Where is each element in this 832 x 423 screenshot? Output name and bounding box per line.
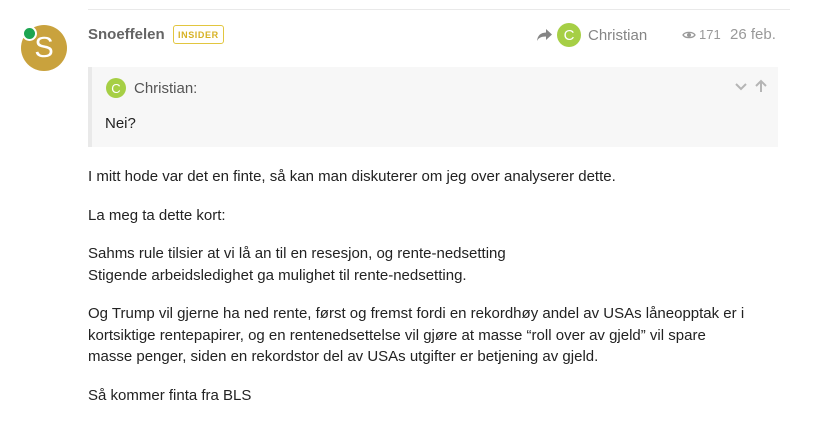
quote-author-avatar: C	[106, 78, 126, 98]
post-body: I mitt hode var det en finte, så kan man…	[88, 166, 788, 423]
paragraph: Så kommer finta fra BLS	[88, 385, 788, 407]
paragraph-line: Og Trump vil gjerne ha ned rente, først …	[88, 305, 745, 322]
paragraph-line: masse penger, siden en rekordstor del av…	[88, 348, 599, 365]
paragraph: La meg ta dette kort:	[88, 205, 788, 227]
eye-icon	[682, 31, 696, 38]
author-avatar[interactable]: S	[21, 25, 67, 71]
paragraph: Og Trump vil gjerne ha ned rente, først …	[88, 303, 788, 368]
paragraph-line: kortsiktige rentepapirer, og en rentened…	[88, 326, 706, 344]
chevron-down-icon[interactable]	[734, 79, 748, 93]
view-count: 171	[682, 27, 721, 42]
reply-to-link[interactable]: C Christian	[536, 22, 647, 48]
paragraph-line: Sahms rule tilsier at vi lå an til en re…	[88, 245, 506, 262]
author-username[interactable]: Snoeffelen	[88, 26, 165, 43]
paragraph-line: I mitt hode var det en finte, så kan man…	[88, 168, 616, 185]
paragraph: I mitt hode var det en finte, så kan man…	[88, 166, 788, 188]
paragraph-line: Stigende arbeidsledighet ga mulighet til…	[88, 266, 467, 284]
view-count-value: 171	[699, 27, 721, 42]
quote-controls	[734, 79, 768, 93]
reply-to-name: Christian	[588, 26, 648, 44]
insider-badge[interactable]: INSIDER	[173, 25, 224, 44]
reply-to-avatar: C	[557, 23, 581, 47]
quote-text: Nei?	[105, 115, 136, 132]
reply-arrow-icon	[537, 29, 552, 41]
post-date[interactable]: 26 feb.	[730, 26, 776, 43]
arrow-up-icon[interactable]	[754, 79, 768, 93]
paragraph: Sahms rule tilsier at vi lå an til en re…	[88, 243, 788, 286]
online-status-indicator	[22, 26, 37, 41]
quote-header: C Christian:	[106, 78, 197, 98]
top-divider	[88, 9, 790, 10]
paragraph-line: Så kommer finta fra BLS	[88, 386, 252, 404]
quote-block: C Christian: Nei?	[88, 67, 778, 147]
paragraph-line: La meg ta dette kort:	[88, 206, 226, 224]
quote-author-name: Christian:	[134, 79, 198, 97]
